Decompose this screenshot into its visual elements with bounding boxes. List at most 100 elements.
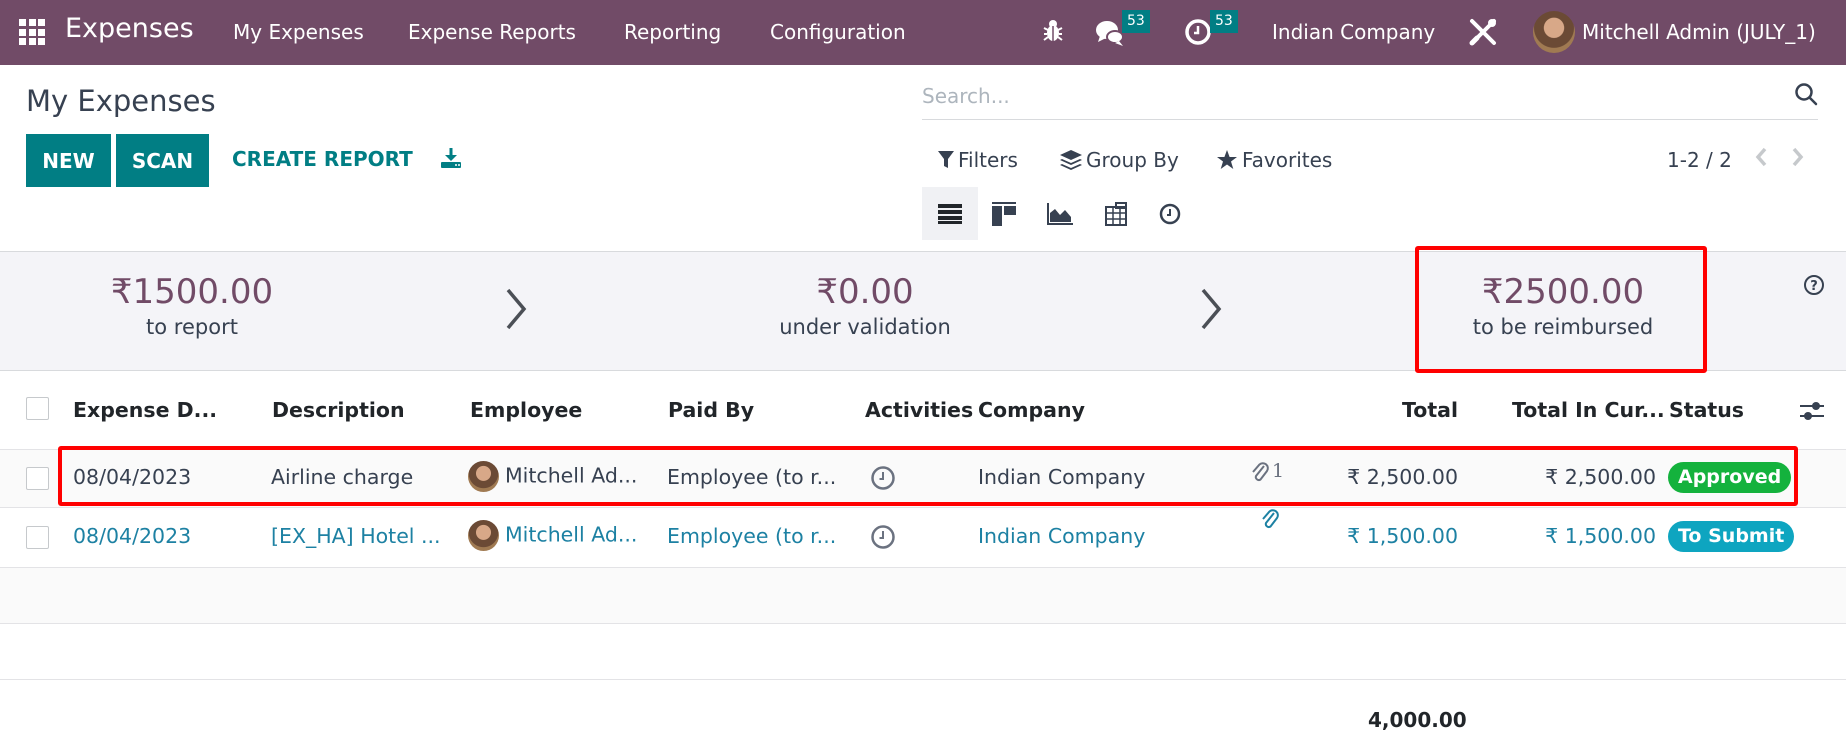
column-header-activities[interactable]: Activities — [865, 398, 973, 422]
search-bar — [922, 76, 1818, 120]
star-icon — [1217, 150, 1237, 169]
pager-next-icon[interactable] — [1791, 146, 1805, 174]
favorites-button[interactable]: Favorites — [1216, 148, 1332, 172]
activities-count-badge: 53 — [1210, 10, 1238, 33]
scan-button[interactable]: SCAN — [116, 134, 209, 187]
summary-to-report[interactable]: ₹1500.00 to report — [42, 272, 342, 342]
user-menu[interactable]: Mitchell Admin (JULY_1) — [1582, 20, 1816, 44]
create-report-button[interactable]: CREATE REPORT — [232, 147, 413, 171]
filters-label: Filters — [958, 148, 1018, 172]
attachment-paperclip-icon[interactable] — [1250, 461, 1270, 487]
expense-description: Airline charge — [271, 465, 414, 489]
filters-button[interactable]: Filters — [938, 148, 1018, 172]
activity-clock-icon[interactable] — [870, 465, 896, 495]
status-badge: To Submit — [1668, 521, 1795, 552]
column-header-total-currency[interactable]: Total In Cur... — [1512, 398, 1665, 422]
column-header-description[interactable]: Description — [272, 398, 405, 422]
to-be-reimbursed-label: to be reimbursed — [1472, 315, 1654, 339]
menu-my-expenses[interactable]: My Expenses — [233, 20, 364, 44]
column-header-total[interactable]: Total — [1300, 398, 1458, 422]
paid-by: Employee (to r... — [667, 524, 837, 548]
filter-funnel-icon — [938, 151, 954, 168]
company-switcher[interactable]: Indian Company — [1272, 20, 1435, 44]
total-amount: ₹ 1,500.00 — [1347, 524, 1458, 548]
company: Indian Company — [978, 465, 1146, 489]
search-input[interactable] — [922, 80, 1762, 112]
employee-cell: Mitchell Ad... — [468, 520, 637, 551]
pivot-table-icon — [1105, 201, 1127, 226]
group-by-button[interactable]: Group By — [1060, 148, 1179, 172]
select-all-checkbox[interactable] — [26, 397, 49, 420]
debug-bug-icon[interactable] — [1042, 19, 1064, 47]
app-name[interactable]: Expenses — [65, 13, 194, 44]
expense-date: 08/04/2023 — [73, 524, 192, 548]
employee-cell: Mitchell Ad... — [468, 461, 637, 492]
table-row[interactable]: 08/04/2023 [EX_HA] Hotel ... Mitchell Ad… — [0, 508, 1846, 568]
attachment-paperclip-icon[interactable] — [1260, 508, 1280, 534]
activity-view-button[interactable] — [1142, 187, 1198, 240]
expense-date: 08/04/2023 — [73, 465, 192, 489]
empty-row — [0, 568, 1846, 624]
activity-clock-icon[interactable] — [1184, 18, 1212, 50]
chevron-right-icon — [1199, 288, 1223, 334]
svg-text:?: ? — [1810, 279, 1818, 294]
messages-count-badge: 53 — [1122, 10, 1150, 33]
row-checkbox[interactable] — [26, 467, 49, 490]
under-validation-label: under validation — [779, 315, 951, 339]
layers-icon — [1060, 150, 1082, 170]
download-icon[interactable] — [440, 147, 462, 173]
list-view-button[interactable] — [922, 187, 978, 240]
total-in-currency: ₹ 2,500.00 — [1545, 465, 1656, 489]
list-view-icon — [938, 203, 962, 224]
empty-row — [0, 624, 1846, 680]
messages-icon[interactable] — [1095, 19, 1125, 51]
help-question-icon[interactable]: ? — [1803, 274, 1825, 300]
employee-avatar — [468, 520, 499, 551]
under-validation-amount: ₹0.00 — [816, 272, 914, 312]
employee-name: Mitchell Ad... — [505, 463, 638, 488]
employee-name: Mitchell Ad... — [505, 522, 638, 547]
row-checkbox[interactable] — [26, 526, 49, 549]
kanban-view-icon — [992, 201, 1016, 226]
summary-to-be-reimbursed[interactable]: ₹2500.00 to be reimbursed — [1413, 272, 1713, 342]
total-in-currency: ₹ 1,500.00 — [1545, 524, 1656, 548]
kanban-view-button[interactable] — [976, 187, 1032, 240]
status-badge: Approved — [1668, 462, 1792, 493]
pager-previous-icon[interactable] — [1754, 146, 1768, 174]
employee-avatar — [468, 461, 499, 492]
new-button[interactable]: NEW — [26, 134, 111, 187]
pivot-view-button[interactable] — [1088, 187, 1144, 240]
graph-view-button[interactable] — [1032, 187, 1088, 240]
group-by-label: Group By — [1086, 148, 1179, 172]
activity-clock-icon — [1159, 203, 1181, 224]
user-avatar[interactable] — [1533, 11, 1575, 53]
total-amount: ₹ 2,500.00 — [1347, 465, 1458, 489]
app-menu-icon[interactable] — [19, 19, 45, 45]
column-header-company[interactable]: Company — [978, 398, 1085, 422]
menu-configuration[interactable]: Configuration — [770, 20, 906, 44]
settings-tools-icon[interactable] — [1468, 17, 1498, 51]
expense-summary-band: ₹1500.00 to report ₹0.00 under validatio… — [0, 251, 1846, 371]
attachment-count: 1 — [1272, 460, 1285, 482]
footer-total-sum: 4,000.00 — [1368, 708, 1467, 732]
menu-expense-reports[interactable]: Expense Reports — [408, 20, 576, 44]
area-chart-icon — [1047, 202, 1073, 225]
to-be-reimbursed-amount: ₹2500.00 — [1481, 272, 1645, 312]
company: Indian Company — [978, 524, 1146, 548]
column-header-paid-by[interactable]: Paid By — [668, 398, 754, 422]
column-header-employee[interactable]: Employee — [470, 398, 582, 422]
table-row[interactable]: 08/04/2023 Airline charge Mitchell Ad...… — [0, 450, 1846, 508]
top-navbar: Expenses My Expenses Expense Reports Rep… — [0, 0, 1846, 65]
pager-value[interactable]: 1-2 / 2 — [1667, 148, 1732, 172]
to-report-label: to report — [146, 315, 238, 339]
table-header-row: Expense D... Description Employee Paid B… — [0, 371, 1846, 450]
column-header-status[interactable]: Status — [1669, 398, 1744, 422]
search-icon[interactable] — [1794, 82, 1818, 110]
page-title: My Expenses — [26, 84, 216, 118]
activity-clock-icon[interactable] — [870, 524, 896, 554]
column-header-expense-date[interactable]: Expense D... — [73, 398, 217, 422]
menu-reporting[interactable]: Reporting — [624, 20, 721, 44]
chevron-right-icon — [504, 288, 528, 334]
summary-under-validation[interactable]: ₹0.00 under validation — [715, 272, 1015, 342]
optional-columns-toggle-icon[interactable] — [1800, 400, 1824, 426]
